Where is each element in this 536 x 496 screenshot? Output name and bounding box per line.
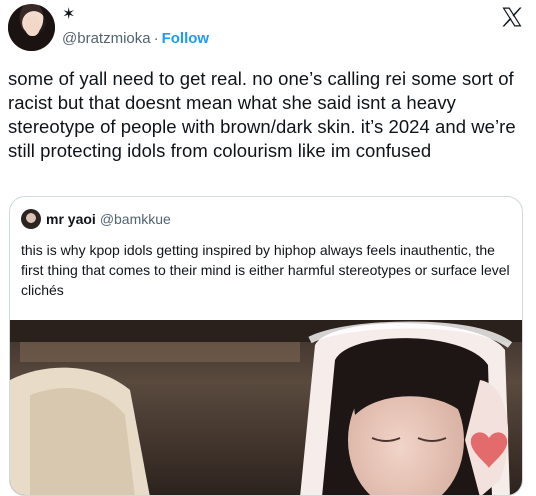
author-avatar[interactable] — [8, 4, 55, 51]
x-logo-icon[interactable] — [500, 5, 524, 29]
separator-dot: · — [153, 30, 159, 47]
author-display-name[interactable]: ✶ — [62, 7, 75, 23]
quoted-author-avatar[interactable] — [21, 209, 41, 229]
quoted-tweet-card[interactable]: mr yaoi @bamkkue this is why kpop idols g… — [9, 196, 523, 496]
quoted-tweet-media-image[interactable] — [10, 320, 523, 496]
quoted-author-row: mr yaoi @bamkkue — [46, 211, 171, 227]
tweet-text: some of yall need to get real. no one’s … — [8, 68, 516, 161]
author-handle[interactable]: @bratzmioka — [62, 30, 151, 47]
quoted-author-display-name[interactable]: mr yaoi — [46, 211, 96, 227]
avatar-face — [25, 16, 40, 36]
quoted-tweet-text: this is why kpop idols getting inspired … — [21, 242, 510, 298]
follow-button[interactable]: Follow — [162, 30, 210, 47]
author-handle-row: @bratzmioka · Follow — [62, 31, 209, 47]
quoted-author-handle[interactable]: @bamkkue — [100, 211, 171, 227]
